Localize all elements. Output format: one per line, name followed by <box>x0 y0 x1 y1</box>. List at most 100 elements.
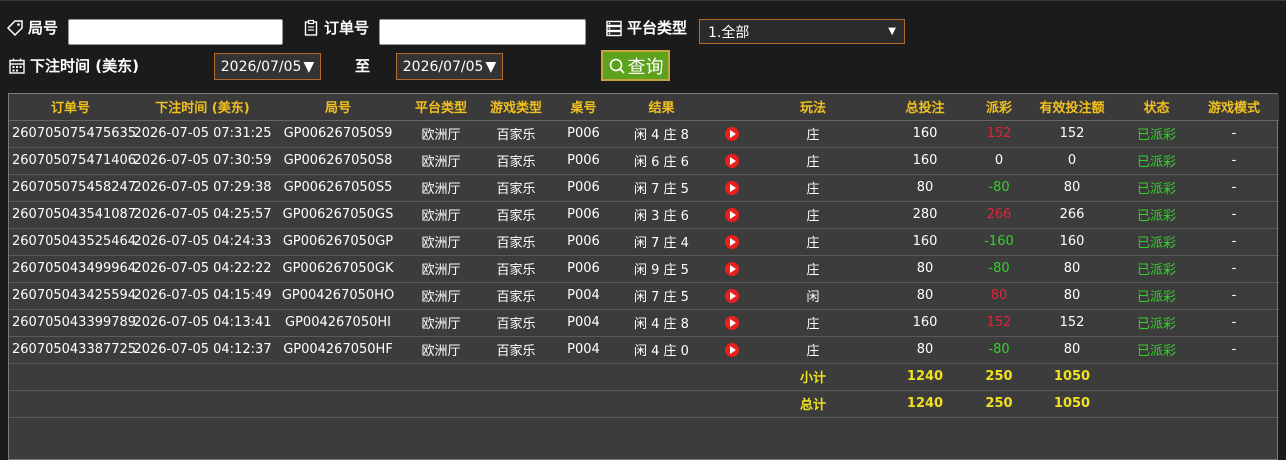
play-icon[interactable] <box>724 261 739 276</box>
play-icon[interactable] <box>724 180 739 195</box>
cell-bet-time: 2026-07-05 04:15:49 <box>132 282 273 310</box>
cell-valid-bet: 266 <box>1020 201 1124 229</box>
cell-total-bet: 80 <box>872 282 978 310</box>
header-valid-bet[interactable]: 有效投注额 <box>1020 94 1124 121</box>
cell-table-no: P006 <box>553 147 614 175</box>
cell-table-no: P006 <box>553 201 614 229</box>
cell-platform: 欧洲厅 <box>403 201 479 229</box>
cell-valid-bet: 80 <box>1020 282 1124 310</box>
caret-down-icon: ▼ <box>485 58 497 75</box>
total-spacer <box>9 390 754 418</box>
header-round[interactable]: 局号 <box>273 94 403 121</box>
cell-bet-time: 2026-07-05 04:24:33 <box>132 228 273 256</box>
play-icon[interactable] <box>724 342 739 357</box>
round-input[interactable] <box>68 19 283 45</box>
cell-order: 260705043387725 <box>9 336 136 364</box>
query-button[interactable]: 查询 <box>601 50 670 81</box>
cell-game-type: 百家乐 <box>479 174 553 202</box>
cell-payout: 0 <box>978 147 1020 175</box>
header-bet-time[interactable]: 下注时间 (美东) <box>132 94 273 121</box>
play-icon[interactable] <box>724 153 739 168</box>
cell-payout: 152 <box>978 120 1020 148</box>
cell-payout: -80 <box>978 174 1020 202</box>
cell-round: GP004267050HF <box>273 336 403 364</box>
cell-status: 已派彩 <box>1124 255 1189 283</box>
play-icon[interactable] <box>724 234 739 249</box>
total-label: 总计 <box>754 390 872 418</box>
caret-down-icon: ▼ <box>303 58 315 75</box>
cell-game-type: 百家乐 <box>479 255 553 283</box>
cell-total-bet: 160 <box>872 120 978 148</box>
header-status[interactable]: 状态 <box>1124 94 1189 121</box>
table-row: 260705043499964 2026-07-05 04:22:22 GP00… <box>9 255 1279 283</box>
header-play[interactable]: 玩法 <box>754 94 872 121</box>
cell-game-type: 百家乐 <box>479 120 553 148</box>
cell-total-bet: 280 <box>872 201 978 229</box>
cell-result: 闲 6 庄 6 <box>614 147 709 175</box>
cell-order: 260705075475635 <box>9 120 136 148</box>
cell-valid-bet: 80 <box>1020 255 1124 283</box>
total-total-bet: 1240 <box>872 390 978 418</box>
subtotal-payout: 250 <box>978 363 1020 391</box>
cell-play: 庄 <box>754 120 872 148</box>
date-to-picker[interactable]: 2026/07/05 ▼ <box>396 53 503 80</box>
cell-payout: 80 <box>978 282 1020 310</box>
play-icon[interactable] <box>724 126 739 141</box>
header-result[interactable]: 结果 <box>614 94 709 121</box>
cell-play: 庄 <box>754 309 872 337</box>
play-icon[interactable] <box>724 315 739 330</box>
subtotal-valid-bet: 1050 <box>1020 363 1124 391</box>
cell-result: 闲 4 庄 8 <box>614 120 709 148</box>
cell-status: 已派彩 <box>1124 120 1189 148</box>
cell-valid-bet: 152 <box>1020 309 1124 337</box>
cell-payout: -80 <box>978 255 1020 283</box>
cell-result: 闲 7 庄 4 <box>614 228 709 256</box>
cell-bet-time: 2026-07-05 07:30:59 <box>132 147 273 175</box>
order-input[interactable] <box>379 19 586 45</box>
cell-total-bet: 80 <box>872 174 978 202</box>
header-platform[interactable]: 平台类型 <box>403 94 479 121</box>
cell-platform: 欧洲厅 <box>403 282 479 310</box>
cell-payout: -80 <box>978 336 1020 364</box>
cell-bet-time: 2026-07-05 04:13:41 <box>132 309 273 337</box>
cell-play: 庄 <box>754 255 872 283</box>
cell-table-no: P006 <box>553 120 614 148</box>
cell-bet-time: 2026-07-05 04:12:37 <box>132 336 273 364</box>
table-row: 260705043541087 2026-07-05 04:25:57 GP00… <box>9 201 1279 229</box>
cell-status: 已派彩 <box>1124 147 1189 175</box>
cell-bet-time: 2026-07-05 04:25:57 <box>132 201 273 229</box>
cell-game-type: 百家乐 <box>479 228 553 256</box>
table-row: 260705075458247 2026-07-05 07:29:38 GP00… <box>9 174 1279 202</box>
platform-select[interactable]: 1.全部 ▼ <box>699 19 905 44</box>
cell-round: GP004267050HO <box>273 282 403 310</box>
table-row: 260705043387725 2026-07-05 04:12:37 GP00… <box>9 336 1279 364</box>
header-total-bet[interactable]: 总投注 <box>872 94 978 121</box>
cell-status: 已派彩 <box>1124 282 1189 310</box>
play-icon[interactable] <box>724 288 739 303</box>
cell-game-mode: - <box>1189 336 1279 364</box>
header-game-mode[interactable]: 游戏模式 <box>1189 94 1279 121</box>
cell-order: 260705043541087 <box>9 201 136 229</box>
header-payout[interactable]: 派彩 <box>978 94 1020 121</box>
cell-game-type: 百家乐 <box>479 147 553 175</box>
cell-platform: 欧洲厅 <box>403 228 479 256</box>
cell-replay <box>709 309 754 337</box>
cell-play: 庄 <box>754 201 872 229</box>
cell-game-type: 百家乐 <box>479 201 553 229</box>
cell-valid-bet: 160 <box>1020 228 1124 256</box>
subtotal-label: 小计 <box>754 363 872 391</box>
total-payout: 250 <box>978 390 1020 418</box>
cell-bet-time: 2026-07-05 04:22:22 <box>132 255 273 283</box>
header-game-type[interactable]: 游戏类型 <box>479 94 553 121</box>
play-icon[interactable] <box>724 207 739 222</box>
subtotal-total-bet: 1240 <box>872 363 978 391</box>
table-row: 260705075475635 2026-07-05 07:31:25 GP00… <box>9 120 1279 148</box>
total-valid-bet: 1050 <box>1020 390 1124 418</box>
header-table-no[interactable]: 桌号 <box>553 94 614 121</box>
date-from-picker[interactable]: 2026/07/05 ▼ <box>214 53 321 80</box>
header-order[interactable]: 订单号 <box>9 94 132 121</box>
cell-replay <box>709 174 754 202</box>
cell-game-mode: - <box>1189 255 1279 283</box>
cell-table-no: P006 <box>553 255 614 283</box>
cell-game-mode: - <box>1189 228 1279 256</box>
